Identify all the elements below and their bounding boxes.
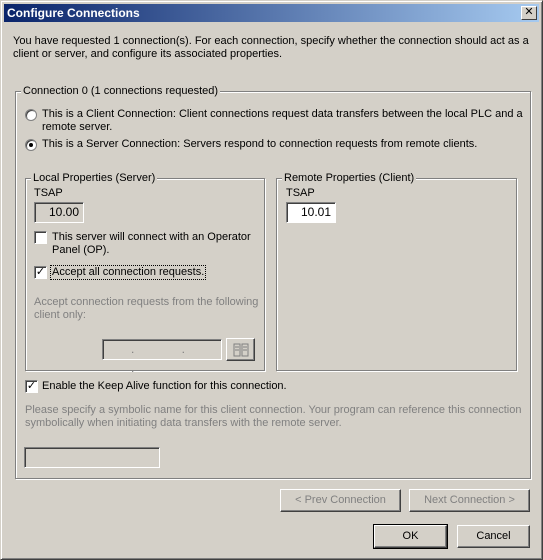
client-connection-label-line-1[interactable]: This is a Client Connection: Client conn… bbox=[42, 108, 523, 121]
ok-button[interactable]: OK bbox=[373, 524, 448, 549]
symbolic-name-text-line-1: Please specify a symbolic name for this … bbox=[25, 404, 522, 416]
next-connection-button[interactable]: Next Connection > bbox=[409, 489, 530, 512]
prev-connection-button[interactable]: < Prev Connection bbox=[280, 489, 401, 512]
remote-properties-title: Remote Properties (Client) bbox=[282, 172, 417, 185]
symbolic-name-field bbox=[24, 447, 160, 468]
radio-selected-dot bbox=[29, 143, 33, 147]
cancel-button[interactable]: Cancel bbox=[457, 525, 530, 548]
client-connection-label-line-2[interactable]: remote server. bbox=[42, 121, 112, 134]
intro-text-line-1: You have requested 1 connection(s). For … bbox=[13, 35, 529, 47]
remote-tsap-label: TSAP bbox=[286, 187, 315, 199]
configure-connections-dialog: Configure Connections ✕ You have request… bbox=[0, 0, 543, 560]
connection-group-title: Connection 0 (1 connections requested) bbox=[21, 85, 221, 98]
operator-panel-checkbox[interactable] bbox=[34, 231, 47, 244]
client-ip-field: . . . bbox=[102, 339, 222, 375]
close-button[interactable]: ✕ bbox=[521, 6, 537, 20]
accept-all-checkbox[interactable]: ✓ bbox=[34, 266, 47, 279]
local-tsap-label: TSAP bbox=[34, 187, 63, 199]
remote-tsap-field[interactable]: 10.01 bbox=[286, 202, 336, 223]
close-icon: ✕ bbox=[524, 6, 534, 18]
ip-separators: . . . bbox=[131, 342, 208, 375]
address-book-icon bbox=[233, 343, 248, 357]
accept-from-text-line-2: client only: bbox=[34, 309, 86, 321]
local-properties-title: Local Properties (Server) bbox=[31, 172, 158, 185]
keep-alive-checkbox[interactable]: ✓ bbox=[25, 380, 38, 393]
accept-all-label[interactable]: Accept all connection requests. bbox=[49, 265, 207, 280]
window-title: Configure Connections bbox=[7, 6, 140, 20]
symbolic-name-text-line-2: symbolically when initiating data transf… bbox=[25, 417, 342, 429]
operator-panel-label-line-2[interactable]: Panel (OP). bbox=[52, 244, 109, 257]
server-connection-label[interactable]: This is a Server Connection: Servers res… bbox=[42, 138, 477, 151]
title-bar: Configure Connections ✕ bbox=[4, 4, 539, 22]
client-connection-radio[interactable] bbox=[25, 109, 37, 121]
server-connection-radio[interactable] bbox=[25, 139, 37, 151]
address-book-button[interactable] bbox=[226, 338, 255, 361]
accept-from-text-line-1: Accept connection requests from the foll… bbox=[34, 296, 259, 308]
intro-text-line-2: client or server, and configure its asso… bbox=[13, 48, 283, 60]
local-tsap-field: 10.00 bbox=[34, 202, 84, 223]
operator-panel-label-line-1[interactable]: This server will connect with an Operato… bbox=[52, 231, 251, 244]
keep-alive-label[interactable]: Enable the Keep Alive function for this … bbox=[42, 380, 287, 393]
